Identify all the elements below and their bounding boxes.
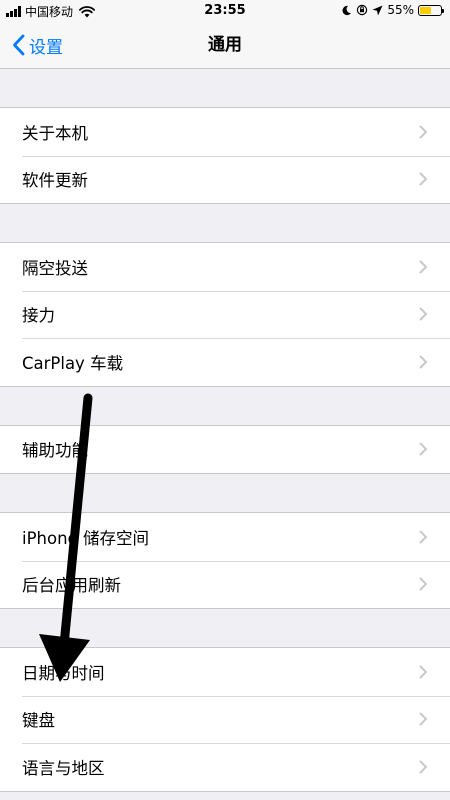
row-carplay[interactable]: CarPlay 车载	[0, 338, 450, 386]
chevron-right-icon	[419, 760, 427, 774]
row-label: 软件更新	[22, 171, 88, 191]
row-iphone-storage[interactable]: iPhone 储存空间	[0, 513, 450, 561]
page-title: 通用	[208, 35, 242, 55]
section-gap	[0, 387, 450, 426]
row-software-update[interactable]: 软件更新	[0, 155, 450, 204]
row-label: 辅助功能	[22, 441, 88, 461]
status-bar: 中国移动 23:55 55%	[0, 0, 450, 22]
row-label: 接力	[22, 306, 55, 326]
chevron-right-icon	[419, 442, 427, 456]
row-label: 后台应用刷新	[22, 576, 121, 596]
status-right: 55%	[341, 3, 444, 17]
section-gap	[0, 204, 450, 243]
orientation-lock-icon	[357, 4, 368, 16]
row-label: iPhone 储存空间	[22, 528, 149, 548]
row-accessibility[interactable]: 辅助功能	[0, 426, 450, 474]
settings-group-accessibility: 辅助功能	[0, 425, 450, 474]
row-label: 隔空投送	[22, 258, 88, 278]
chevron-right-icon	[419, 665, 427, 679]
chevron-right-icon	[419, 260, 427, 274]
chevron-right-icon	[419, 307, 427, 321]
section-gap	[0, 474, 450, 513]
chevron-right-icon	[419, 172, 427, 186]
settings-list: 关于本机 软件更新 隔空投送 接力 CarPlay 车载 辅助功能 iPhone…	[0, 69, 450, 792]
chevron-right-icon	[419, 712, 427, 726]
row-label: CarPlay 车载	[22, 353, 124, 373]
row-keyboard[interactable]: 键盘	[0, 695, 450, 744]
battery-fill	[420, 6, 431, 14]
chevron-right-icon	[419, 530, 427, 544]
section-gap	[0, 69, 450, 108]
row-about[interactable]: 关于本机	[0, 108, 450, 156]
row-label: 日期与时间	[22, 663, 105, 683]
location-icon	[372, 5, 383, 15]
settings-group-locale: 日期与时间 键盘 语言与地区	[0, 648, 450, 792]
moon-icon	[342, 5, 352, 15]
settings-group-about: 关于本机 软件更新	[0, 108, 450, 204]
row-background-refresh[interactable]: 后台应用刷新	[0, 560, 450, 609]
row-label: 语言与地区	[22, 758, 105, 778]
row-date-time[interactable]: 日期与时间	[0, 648, 450, 696]
chevron-right-icon	[419, 125, 427, 139]
row-label: 键盘	[22, 711, 55, 731]
battery-icon	[418, 4, 444, 16]
chevron-right-icon	[419, 577, 427, 591]
nav-bar: 设置 通用	[0, 22, 450, 69]
settings-group-storage: iPhone 储存空间 后台应用刷新	[0, 513, 450, 609]
row-airdrop[interactable]: 隔空投送	[0, 243, 450, 291]
settings-group-connectivity: 隔空投送 接力 CarPlay 车载	[0, 243, 450, 387]
section-gap	[0, 609, 450, 648]
row-handoff[interactable]: 接力	[0, 290, 450, 339]
row-label: 关于本机	[22, 123, 88, 143]
chevron-right-icon	[419, 355, 427, 369]
row-language-region[interactable]: 语言与地区	[0, 743, 450, 791]
battery-percent: 55%	[387, 3, 414, 17]
